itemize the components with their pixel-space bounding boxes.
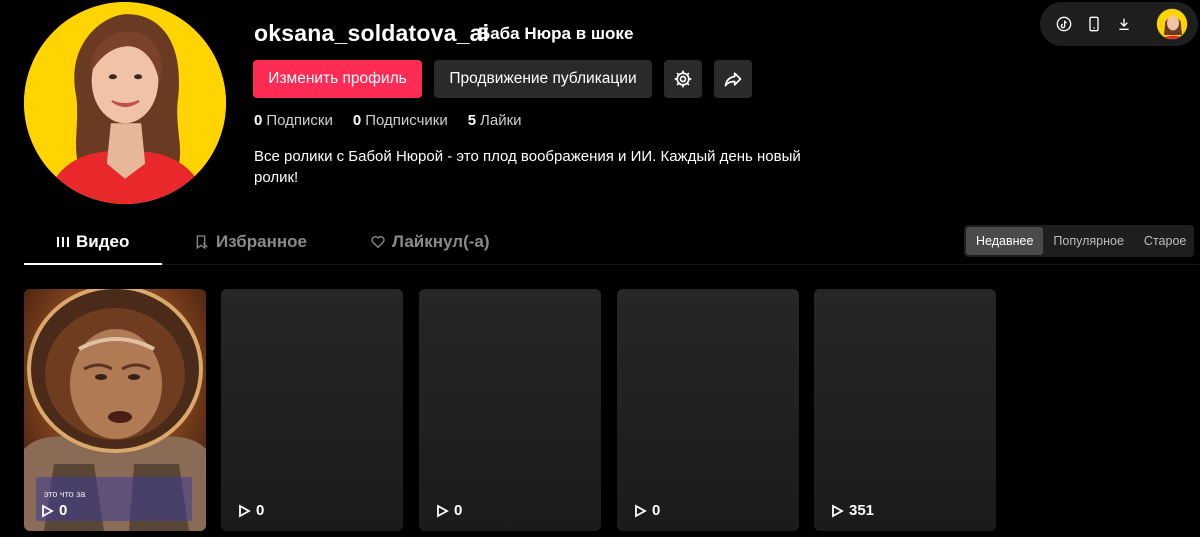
heart-icon (370, 234, 386, 250)
stat-followers-value: 0 (352, 112, 362, 129)
profile-stats: 0 Подписки 0 Подписчики 5 Лайки (254, 112, 542, 129)
stat-followers[interactable]: 0 Подписчики (353, 112, 448, 129)
view-count-value: 351 (849, 502, 875, 519)
video-card[interactable]: 0 (221, 289, 403, 531)
stat-following-value: 0 (254, 112, 263, 129)
download-icon[interactable] (1112, 12, 1136, 36)
view-count-value: 0 (652, 502, 661, 519)
stat-likes-label: Лайки (480, 112, 522, 129)
tab-liked-label: Лайкнул(-а) (392, 232, 490, 251)
sort-oldest[interactable]: Старое (1134, 227, 1196, 255)
view-count-value: 0 (59, 502, 68, 519)
profile-nickname: Баба Нюра в шоке (478, 24, 634, 43)
view-count: 0 (237, 502, 264, 519)
tab-favorites[interactable]: Избранное (194, 232, 307, 252)
tab-favorites-label: Избранное (216, 232, 307, 251)
share-icon (723, 69, 743, 89)
user-avatar[interactable] (1156, 8, 1188, 40)
tab-videos[interactable]: Видео (56, 232, 129, 252)
profile-avatar[interactable] (24, 2, 226, 204)
view-count: 351 (830, 502, 874, 519)
play-icon (832, 503, 844, 518)
play-icon (635, 503, 647, 518)
sort-popular[interactable]: Популярное (1043, 227, 1134, 255)
play-icon (437, 503, 449, 518)
profile-bio: Все ролики с Бабой Нюрой - это плод вооб… (254, 148, 801, 186)
bookmark-icon (194, 234, 210, 250)
tabs-divider (162, 264, 1200, 265)
top-toolbar (1040, 2, 1198, 46)
stat-likes: 5 Лайки (468, 112, 522, 129)
view-count: 0 (633, 502, 660, 519)
play-icon (239, 503, 251, 518)
video-card[interactable]: 351 (814, 289, 996, 531)
edit-profile-button[interactable]: Изменить профиль (253, 60, 422, 98)
share-button[interactable] (714, 60, 752, 98)
stat-following[interactable]: 0 Подписки (254, 112, 333, 129)
gear-icon (673, 69, 693, 89)
tiktok-icon[interactable] (1052, 12, 1076, 36)
grid-icon (56, 235, 70, 249)
promote-post-button[interactable]: Продвижение публикации (434, 60, 652, 98)
view-count: 0 (40, 502, 67, 519)
video-caption: это что за (44, 489, 86, 499)
video-card[interactable]: 0 (419, 289, 601, 531)
phone-icon[interactable] (1082, 12, 1106, 36)
sort-toggle: Недавнее Популярное Старое (964, 225, 1194, 257)
stat-following-label: Подписки (266, 112, 333, 129)
video-card[interactable]: это что за 0 (24, 289, 206, 531)
view-count-value: 0 (454, 502, 463, 519)
tab-liked[interactable]: Лайкнул(-а) (370, 232, 490, 252)
active-tab-underline (24, 263, 162, 265)
tab-videos-label: Видео (76, 232, 130, 251)
profile-username: oksana_soldatova_ai (254, 20, 490, 46)
settings-button[interactable] (664, 60, 702, 98)
stat-likes-value: 5 (467, 112, 477, 129)
sort-recent[interactable]: Недавнее (966, 227, 1044, 255)
view-count: 0 (435, 502, 462, 519)
video-card[interactable]: 0 (617, 289, 799, 531)
view-count-value: 0 (256, 502, 265, 519)
play-icon (42, 503, 54, 518)
stat-followers-label: Подписчики (365, 112, 448, 129)
